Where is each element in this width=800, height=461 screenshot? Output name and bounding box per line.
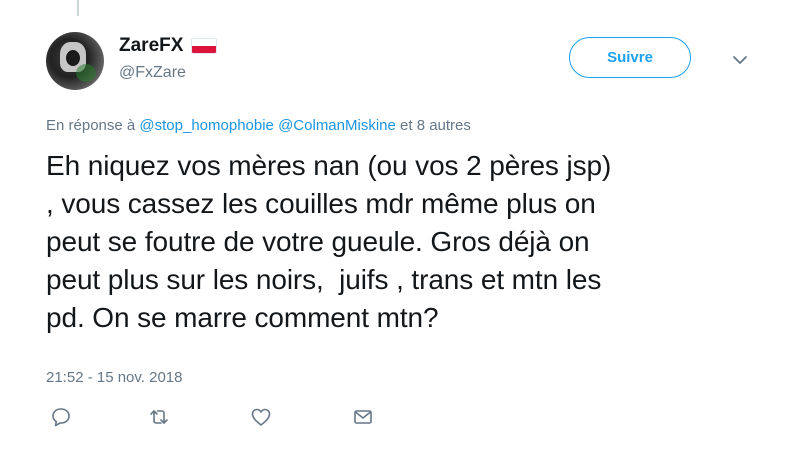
reply-icon[interactable] [50, 406, 72, 428]
author-name-row: ZareFX [119, 35, 218, 57]
tweet-text: Eh niquez vos mères nan (ou vos 2 pères … [46, 150, 612, 333]
tweet-timestamp[interactable]: 21:52 - 15 nov. 2018 [46, 369, 183, 386]
direct-message-icon[interactable] [352, 406, 374, 428]
thread-connector-line [77, 0, 79, 16]
poland-flag-icon [191, 38, 218, 54]
avatar[interactable] [46, 32, 104, 90]
tweet-actions-bar [50, 406, 380, 430]
avatar-figure-accent [76, 64, 96, 82]
author-handle[interactable]: @FxZare [119, 64, 186, 82]
author-display-name[interactable]: ZareFX [119, 35, 183, 57]
follow-button[interactable]: Suivre [569, 37, 691, 78]
reply-context: En réponse à @stop_homophobie @ColmanMis… [46, 117, 471, 134]
like-icon[interactable] [250, 406, 272, 428]
mention-link[interactable]: @ColmanMiskine [278, 117, 396, 134]
retweet-icon[interactable] [148, 406, 170, 428]
reply-others-link[interactable]: et 8 autres [400, 117, 471, 134]
reply-prefix: En réponse à [46, 117, 136, 134]
chevron-down-icon[interactable] [730, 52, 750, 68]
avatar-figure-dark [66, 50, 80, 66]
mention-link[interactable]: @stop_homophobie [139, 117, 274, 134]
